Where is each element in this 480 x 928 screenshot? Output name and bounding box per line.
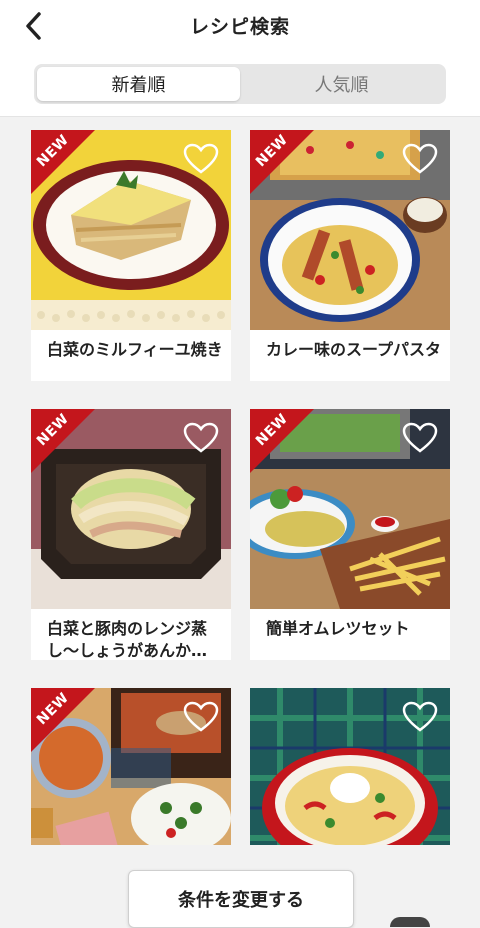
heart-outline-icon[interactable] xyxy=(402,143,438,175)
recipe-name: 簡単オムレツセット xyxy=(266,619,410,638)
tab-popular[interactable]: 人気順 xyxy=(240,67,443,101)
new-badge: NEW xyxy=(31,117,95,194)
recipe-card[interactable]: NEW 白菜と豚肉のレンジ蒸し〜しょうがあんか… xyxy=(31,396,231,660)
new-badge: NEW xyxy=(250,396,314,473)
recipe-card[interactable]: NEW 白菜のミルフィーユ焼き xyxy=(31,117,231,381)
card-top-gap xyxy=(250,675,450,688)
recipe-card[interactable] xyxy=(250,675,450,845)
floating-handle xyxy=(390,917,430,927)
recipe-name: カレー味のスープパスタ xyxy=(266,340,442,359)
page-title: レシピ検索 xyxy=(189,16,290,38)
tab-newest[interactable]: 新着順 xyxy=(37,67,240,101)
recipe-card[interactable]: NEW 簡単オムレツセット xyxy=(250,396,450,660)
new-badge: NEW xyxy=(31,396,95,473)
heart-outline-icon[interactable] xyxy=(183,701,219,733)
new-badge: NEW xyxy=(31,675,95,752)
recipe-card[interactable]: NEW カレー味のスープパスタ xyxy=(250,117,450,381)
recipe-name: 白菜と豚肉のレンジ蒸し〜しょうがあんか… xyxy=(47,619,208,660)
header: レシピ検索 新着順 人気順 xyxy=(0,0,480,117)
bottom-bar: 条件を変更する xyxy=(0,845,480,928)
new-badge: NEW xyxy=(250,117,314,194)
sort-segmented-control: 新着順 人気順 xyxy=(34,64,446,104)
recipe-grid: NEW 白菜のミルフィーユ焼き NEW カレー味のスープパスタ NEW 白菜と豚… xyxy=(0,117,480,845)
recipe-name: 白菜のミルフィーユ焼き xyxy=(47,340,223,359)
recipe-card[interactable]: NEW xyxy=(31,675,231,845)
change-conditions-button[interactable]: 条件を変更する xyxy=(128,870,354,928)
heart-outline-icon[interactable] xyxy=(183,422,219,454)
heart-outline-icon[interactable] xyxy=(402,422,438,454)
heart-outline-icon[interactable] xyxy=(183,143,219,175)
heart-outline-icon[interactable] xyxy=(402,701,438,733)
